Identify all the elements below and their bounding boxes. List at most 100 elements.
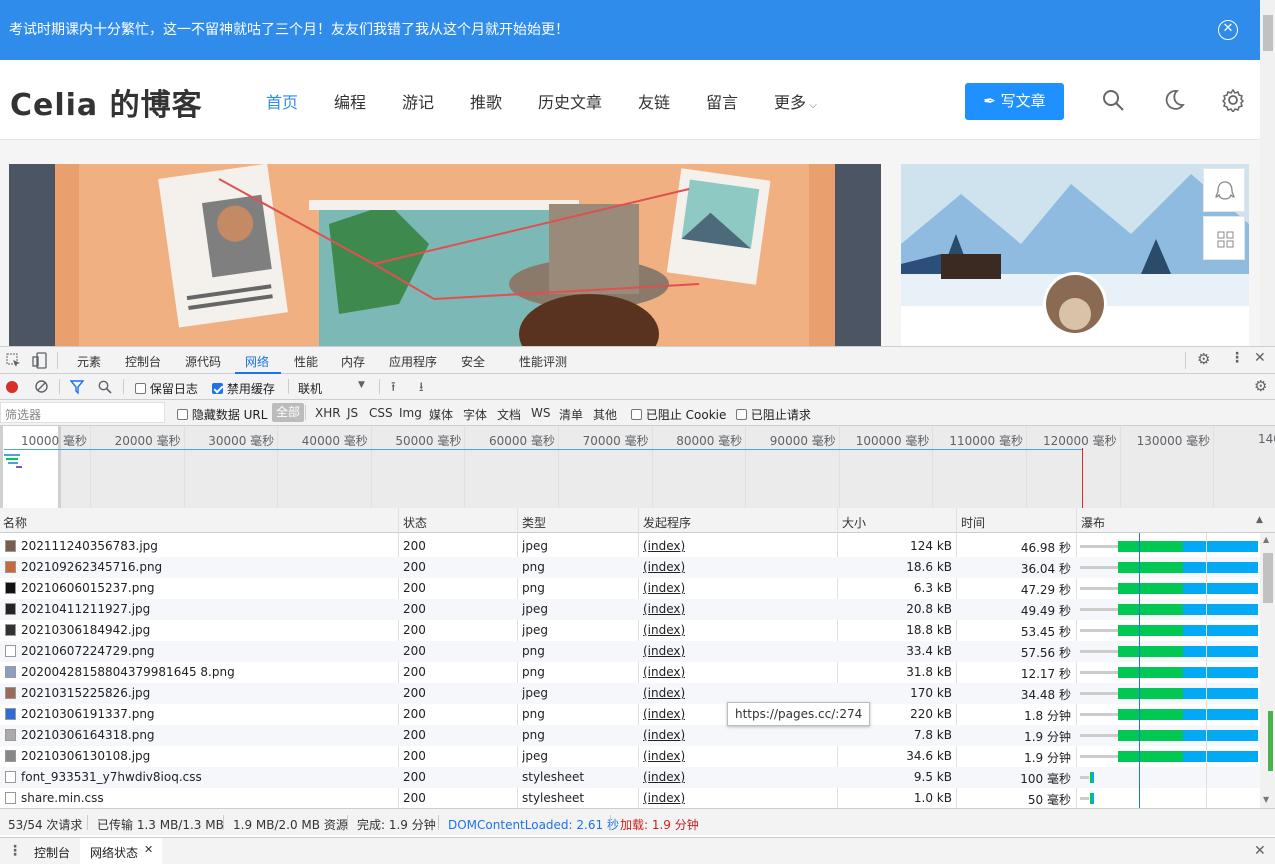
request-name[interactable]: 20210606015237.png	[21, 581, 391, 595]
filter-manifest[interactable]: 清单	[559, 406, 583, 423]
gear-icon[interactable]	[1221, 88, 1245, 112]
search-icon[interactable]	[1101, 88, 1125, 112]
request-name[interactable]: 202109262345716.png	[21, 560, 391, 574]
request-initiator-link[interactable]: (index)	[643, 707, 685, 721]
table-row[interactable]: 202109262345716.png 200 png (index) 18.6 kB 3…	[0, 557, 1260, 578]
request-name[interactable]: 20210306184942.jpg	[21, 623, 391, 637]
request-name[interactable]: font_933531_y7hwdiv8ioq.css	[21, 770, 391, 784]
import-har-icon[interactable]: ⭱	[391, 378, 396, 400]
table-row[interactable]: 20210306164318.png 200 png (index) 7.8 kB 1.9…	[0, 725, 1260, 746]
filter-js[interactable]: JS	[347, 406, 358, 420]
site-scrollbar-thumb[interactable]	[1263, 15, 1273, 51]
nav-history[interactable]: 历史文章	[538, 89, 602, 113]
filter-icon[interactable]	[70, 380, 84, 394]
request-initiator-link[interactable]: (index)	[643, 623, 685, 637]
request-initiator-link[interactable]: (index)	[643, 686, 685, 700]
tab-elements[interactable]: 元素	[77, 353, 101, 370]
network-settings-icon[interactable]: ⚙	[1254, 377, 1267, 395]
device-toolbar-icon[interactable]	[32, 352, 47, 369]
table-row[interactable]: 20210607224729.png 200 png (index) 33.4 kB 57…	[0, 641, 1260, 662]
nav-programming[interactable]: 编程	[334, 89, 366, 113]
request-name[interactable]: share.min.css	[21, 791, 391, 805]
table-row[interactable]: 20210315225826.jpg 200 jpeg (index) 170 kB 34…	[0, 683, 1260, 704]
tab-memory[interactable]: 内存	[341, 353, 365, 370]
col-waterfall[interactable]: 瀑布	[1081, 514, 1105, 531]
blocked-requests-checkbox[interactable]: 已阻止请求	[736, 406, 811, 423]
drawer-menu-icon[interactable]: ⋮	[8, 843, 22, 859]
site-scrollbar[interactable]	[1260, 0, 1275, 346]
clear-icon[interactable]	[35, 380, 48, 393]
filter-font[interactable]: 字体	[463, 406, 487, 423]
blocked-cookies-checkbox[interactable]: 已阻止 Cookie	[631, 406, 726, 423]
request-name[interactable]: 20210315225826.jpg	[21, 686, 391, 700]
tab-security[interactable]: 安全	[461, 353, 485, 370]
table-row[interactable]: 20210306191337.png 200 png (index) 220 kB 1.8…	[0, 704, 1260, 725]
table-row[interactable]: 20200428158804379981645 8.png 200 png (inde…	[0, 662, 1260, 683]
nav-messages[interactable]: 留言	[706, 89, 738, 113]
request-name[interactable]: 20200428158804379981645 8.png	[21, 665, 391, 679]
filter-css[interactable]: CSS	[369, 406, 393, 420]
request-name[interactable]: 20210306191337.png	[21, 707, 391, 721]
qrcode-button[interactable]	[1203, 216, 1245, 260]
filter-doc[interactable]: 文档	[497, 406, 521, 423]
nav-travel[interactable]: 游记	[402, 89, 434, 113]
settings-gear-icon[interactable]: ⚙	[1197, 350, 1210, 368]
scroll-up-arrow-icon[interactable]: ▲	[1263, 535, 1269, 544]
drawer-tab-console[interactable]: 控制台	[34, 844, 70, 861]
record-icon[interactable]	[6, 381, 18, 393]
filter-media[interactable]: 媒体	[429, 406, 453, 423]
table-row[interactable]: 20210411211927.jpg 200 jpeg (index) 20.8 kB 4…	[0, 599, 1260, 620]
disable-cache-checkbox[interactable]: 禁用缓存	[212, 380, 275, 397]
col-initiator[interactable]: 发起程序	[643, 514, 691, 531]
col-status[interactable]: 状态	[403, 514, 427, 531]
nav-more[interactable]: 更多 ⌵	[774, 89, 817, 113]
tab-application[interactable]: 应用程序	[389, 353, 437, 370]
table-row[interactable]: 20210306184942.jpg 200 jpeg (index) 18.8 kB 5…	[0, 620, 1260, 641]
more-options-icon[interactable]: ⋮	[1230, 350, 1244, 366]
request-name[interactable]: 20210411211927.jpg	[21, 602, 391, 616]
table-row[interactable]: 202111240356783.jpg 200 jpeg (index) 124 kB 4…	[0, 536, 1260, 557]
close-drawer-icon[interactable]: ✕	[1254, 843, 1266, 859]
qq-contact-button[interactable]	[1203, 168, 1245, 212]
table-row[interactable]: 20210306130108.jpg 200 jpeg (index) 34.6 kB 1…	[0, 746, 1260, 767]
filter-img[interactable]: Img	[399, 406, 422, 420]
request-name[interactable]: 20210306130108.jpg	[21, 749, 391, 763]
tab-sources[interactable]: 源代码	[185, 353, 221, 370]
tab-network[interactable]: 网络	[245, 353, 269, 370]
request-name[interactable]: 20210306164318.png	[21, 728, 391, 742]
export-har-icon[interactable]: ⭳	[419, 378, 424, 400]
inspect-element-icon[interactable]	[6, 353, 21, 368]
request-initiator-link[interactable]: (index)	[643, 581, 685, 595]
moon-icon[interactable]	[1162, 88, 1186, 112]
request-initiator-link[interactable]: (index)	[643, 602, 685, 616]
nav-songs[interactable]: 推歌	[470, 89, 502, 113]
close-tab-icon[interactable]: ✕	[144, 843, 153, 856]
col-type[interactable]: 类型	[522, 514, 546, 531]
col-name[interactable]: 名称	[3, 514, 27, 531]
timeline-overview[interactable]: 10000 毫秒 20000 毫秒 30000 毫秒 40000 毫秒 50000 毫秒…	[0, 426, 1275, 508]
sort-up-icon[interactable]: ▲	[1256, 515, 1263, 525]
scroll-down-arrow-icon[interactable]: ▼	[1263, 795, 1269, 804]
filter-all[interactable]: 全部	[272, 403, 305, 422]
request-name[interactable]: 202111240356783.jpg	[21, 539, 391, 553]
site-logo[interactable]: Celia 的博客	[10, 80, 203, 124]
nav-friends[interactable]: 友链	[638, 89, 670, 113]
col-size[interactable]: 大小	[842, 514, 866, 531]
close-devtools-icon[interactable]: ✕	[1254, 350, 1266, 366]
col-time[interactable]: 时间	[961, 514, 985, 531]
filter-other[interactable]: 其他	[593, 406, 617, 423]
preserve-log-checkbox[interactable]: 保留日志	[135, 380, 198, 397]
hero-illustration[interactable]	[9, 164, 881, 346]
tab-lighthouse[interactable]: 性能评测	[519, 353, 567, 370]
search-icon[interactable]	[98, 380, 112, 394]
request-initiator-link[interactable]: (index)	[643, 791, 685, 805]
table-row[interactable]: share.min.css 200 stylesheet (index) 1.0 kB 5…	[0, 788, 1260, 808]
request-initiator-link[interactable]: (index)	[643, 665, 685, 679]
request-initiator-link[interactable]: (index)	[643, 749, 685, 763]
filter-ws[interactable]: WS	[531, 406, 550, 420]
request-initiator-link[interactable]: (index)	[643, 644, 685, 658]
drawer-tab-network-conditions[interactable]: 网络状态 ✕	[80, 838, 162, 864]
tab-console[interactable]: 控制台	[125, 353, 161, 370]
table-row[interactable]: 20210606015237.png 200 png (index) 6.3 kB 47.…	[0, 578, 1260, 599]
request-initiator-link[interactable]: (index)	[643, 560, 685, 574]
